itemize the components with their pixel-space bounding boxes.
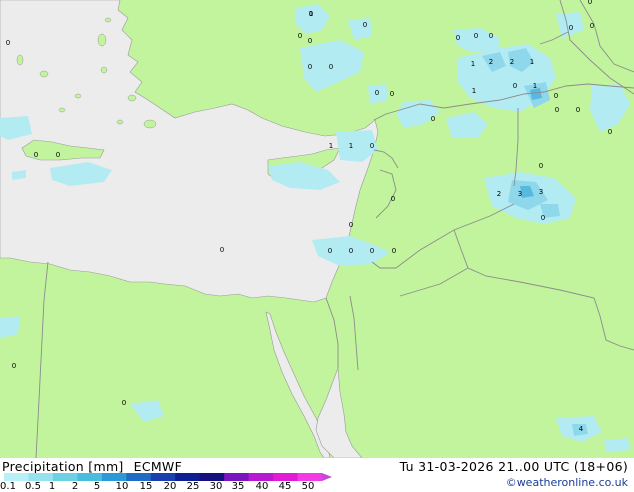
scale-tick-label: 0.5 [25, 481, 41, 492]
precip-value-label: 0 [590, 22, 594, 30]
credit-link[interactable]: ©weatheronline.co.uk [506, 476, 628, 489]
precip-area [604, 438, 630, 452]
precipitation-map: 1 0 0 0 0 0 0 0 0 2 2 1 1 1 0 0 0 0 0 0 0 1 1 0 0 2 3 3 0 0 0 0 0 0 0 0 0 0 0 0… [0, 0, 634, 458]
precip-value-label: 0 [576, 106, 580, 114]
precip-value-label: 0 [34, 151, 38, 159]
precip-value-label: 0 [363, 21, 367, 29]
precip-value-label: 0 [56, 151, 60, 159]
scale-tick-label: 25 [186, 481, 200, 492]
scale-tick-label: 20 [163, 481, 177, 492]
legend-title: Precipitation [mm] ECMWF [2, 459, 182, 474]
scale-tick-label: 15 [139, 481, 153, 492]
scale-swatch [4, 473, 29, 481]
precip-value-label: 1 [472, 87, 476, 95]
precip-value-label: 2 [497, 190, 501, 198]
scale-tick-label: 40 [255, 481, 269, 492]
scale-swatch [224, 473, 250, 481]
scale-tick-label: 0.1 [0, 481, 16, 492]
island [74, 93, 82, 99]
scale-swatch [28, 473, 54, 481]
precip-value-label: 0 [6, 39, 10, 47]
scale-swatch [77, 473, 103, 481]
precip-value-label: 0 [392, 247, 396, 255]
valid-time: Tu 31-03-2026 21..00 UTC (18+06) [399, 459, 628, 474]
model-name: ECMWF [133, 459, 183, 474]
precip-value-label: 0 [122, 399, 126, 407]
precip-value-label: 0 [12, 362, 16, 370]
scale-tick-label: 35 [231, 481, 245, 492]
precip-value-label: 2 [510, 58, 514, 66]
precip-color-scale [4, 473, 332, 481]
precip-value-label: 0 [349, 247, 353, 255]
forecast-map-view: 1000000002211100000001100233000000000000… [0, 0, 634, 492]
precip-value-label: 1 [533, 82, 537, 90]
precip-value-label: 0 [370, 142, 374, 150]
precip-value-label: 1 [329, 142, 333, 150]
precip-value-label: 0 [370, 247, 374, 255]
scale-tick-label: 30 [209, 481, 223, 492]
precip-value-label: 0 [555, 106, 559, 114]
precip-value-label: 0 [489, 32, 493, 40]
precip-value-label: 0 [541, 214, 545, 222]
island [104, 17, 112, 23]
island [100, 66, 108, 74]
scale-tick-label: 5 [93, 481, 101, 492]
scale-swatch [126, 473, 152, 481]
precip-value-label: 0 [588, 0, 592, 6]
scale-swatch [175, 473, 201, 481]
precip-value-label: 0 [539, 162, 543, 170]
island [116, 119, 124, 125]
precip-value-label: 0 [569, 24, 573, 32]
scale-swatch [150, 473, 176, 481]
precip-value-label: 0 [391, 195, 395, 203]
precip-value-label: 0 [298, 32, 302, 40]
precip-value-label: 2 [489, 58, 493, 66]
scale-swatch [101, 473, 127, 481]
precip-value-label: 3 [539, 188, 543, 196]
island [127, 94, 137, 102]
precip-value-label: 0 [328, 247, 332, 255]
precip-value-label: 1 [349, 142, 353, 150]
precip-value-label: 0 [329, 63, 333, 71]
island [39, 70, 49, 78]
scale-swatch [52, 473, 78, 481]
precip-value-label: 0 [308, 37, 312, 45]
scale-swatch [297, 473, 323, 481]
scale-tick-label: 45 [278, 481, 292, 492]
island [16, 54, 24, 66]
scale-swatch [248, 473, 274, 481]
precip-value-label: 0 [349, 221, 353, 229]
scale-swatch [273, 473, 299, 481]
island [58, 107, 66, 113]
scale-swatch [199, 473, 225, 481]
precip-value-label: 0 [220, 246, 224, 254]
scale-tick-label: 50 [301, 481, 315, 492]
precip-value-label: 0 [375, 89, 379, 97]
precip-value-label: 0 [309, 10, 313, 18]
precip-value-label: 1 [530, 58, 534, 66]
precip-value-label: 3 [518, 190, 522, 198]
precip-value-label: 0 [390, 90, 394, 98]
precip-value-label: 0 [554, 92, 558, 100]
precip-value-label: 1 [471, 60, 475, 68]
precip-value-label: 0 [308, 63, 312, 71]
precip-value-label: 0 [513, 82, 517, 90]
island [97, 33, 107, 47]
precip-value-label: 0 [608, 128, 612, 136]
precip-value-label: 4 [579, 425, 584, 433]
precip-value-label: 0 [474, 32, 478, 40]
island [143, 119, 157, 129]
scale-tick-label: 1 [48, 481, 56, 492]
legend-title-text: Precipitation [mm] [2, 459, 124, 474]
precip-value-label: 0 [431, 115, 435, 123]
scale-tick-label: 10 [115, 481, 129, 492]
scale-arrow [322, 473, 332, 481]
scale-tick-label: 2 [71, 481, 79, 492]
precip-value-label: 0 [456, 34, 460, 42]
